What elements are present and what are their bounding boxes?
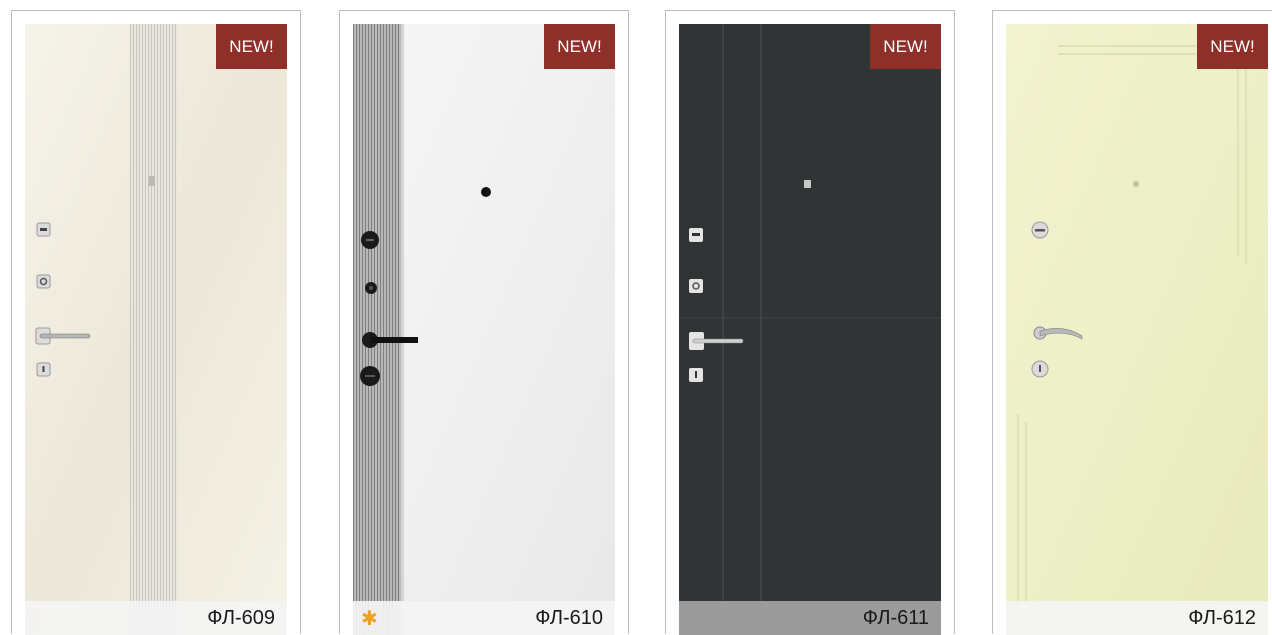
product-card-fl-611[interactable]: NEW! ФЛ-611 bbox=[665, 10, 955, 635]
model-name: ФЛ-609 bbox=[207, 607, 275, 629]
caption-bar: ФЛ-612 bbox=[1006, 601, 1268, 635]
product-card-fl-609[interactable]: NEW! ФЛ-609 bbox=[11, 10, 301, 635]
new-badge: NEW! bbox=[544, 24, 615, 69]
door-fl-612-illustration bbox=[1006, 24, 1268, 635]
new-badge: NEW! bbox=[870, 24, 941, 69]
asterisk-icon: ✱ bbox=[361, 608, 378, 630]
new-badge: NEW! bbox=[216, 24, 287, 69]
caption-bar: ✱ ФЛ-610 bbox=[353, 601, 615, 635]
door-image-fl-610[interactable]: NEW! ✱ ФЛ-610 bbox=[353, 24, 615, 635]
product-card-fl-612[interactable]: NEW! ФЛ-612 bbox=[992, 10, 1272, 635]
caption-bar: ФЛ-609 bbox=[25, 601, 287, 635]
new-badge: NEW! bbox=[1197, 24, 1268, 69]
product-card-fl-610[interactable]: NEW! ✱ ФЛ-610 bbox=[339, 10, 629, 635]
door-image-fl-612[interactable]: NEW! ФЛ-612 bbox=[1006, 24, 1268, 635]
door-fl-609-illustration bbox=[25, 24, 287, 635]
door-image-fl-609[interactable]: NEW! ФЛ-609 bbox=[25, 24, 287, 635]
model-name: ФЛ-610 bbox=[535, 607, 603, 629]
model-name: ФЛ-611 bbox=[862, 607, 929, 629]
door-image-fl-611[interactable]: NEW! ФЛ-611 bbox=[679, 24, 941, 635]
door-fl-610-illustration bbox=[353, 24, 615, 635]
model-name: ФЛ-612 bbox=[1188, 607, 1256, 629]
caption-bar: ФЛ-611 bbox=[679, 601, 941, 635]
door-fl-611-illustration bbox=[679, 24, 941, 635]
